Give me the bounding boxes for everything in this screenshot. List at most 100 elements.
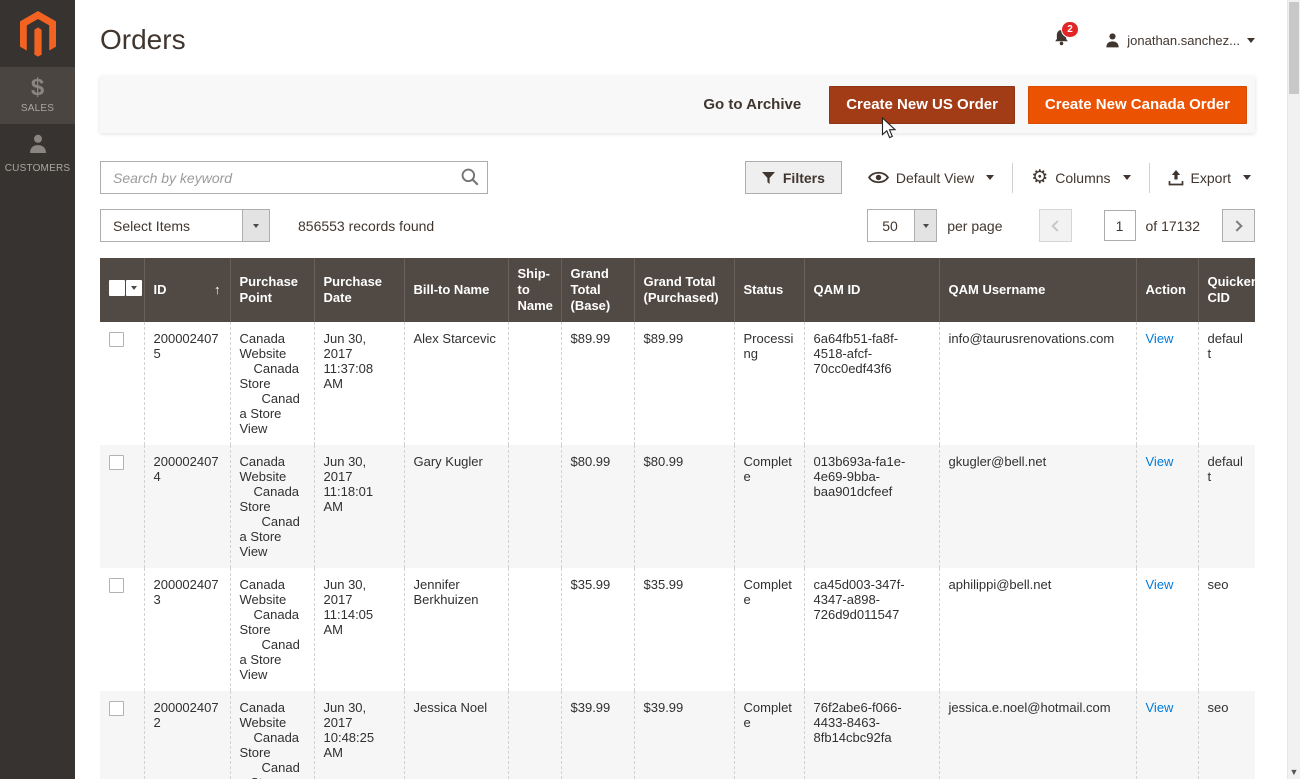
scrollbar-down-arrow[interactable]: ▼ (1288, 767, 1300, 777)
select-all-checkbox[interactable] (109, 280, 125, 296)
select-all-dropdown[interactable] (126, 280, 142, 296)
magento-logo[interactable] (0, 0, 75, 67)
gear-icon: ⚙ (1031, 168, 1048, 187)
notifications-button[interactable]: 2 (1053, 29, 1070, 52)
column-header-grand_total_purchased[interactable]: Grand Total (Purchased) (634, 258, 734, 322)
cell-qam_username: aphilippi@bell.net (939, 568, 1136, 691)
row-checkbox[interactable] (109, 701, 124, 716)
columns-dropdown[interactable]: ⚙ Columns (1027, 168, 1134, 187)
cell-bill_to: Jennifer Berkhuizen (404, 568, 508, 691)
column-header-qam_id[interactable]: QAM ID (804, 258, 939, 322)
chevron-down-icon (914, 210, 936, 241)
page-title: Orders (100, 24, 186, 56)
store-hierarchy-line: Canada Store View (240, 514, 305, 559)
sales-icon: $ (0, 76, 75, 100)
scrollbar-thumb[interactable] (1289, 2, 1299, 94)
column-label: Bill-to Name (414, 282, 490, 297)
cell-grand_total_purchased: $89.99 (634, 322, 734, 445)
cell-grand_total_base: $39.99 (561, 691, 634, 779)
notification-badge: 2 (1061, 21, 1079, 38)
store-hierarchy-line: Canada Website (240, 700, 305, 730)
cell-status: Complete (734, 691, 804, 779)
store-hierarchy-line: Canada Website (240, 331, 305, 361)
chevron-down-icon (986, 175, 994, 180)
store-hierarchy-line: Canada Store (240, 484, 305, 514)
cell-bill_to: Alex Starcevic (404, 322, 508, 445)
cell-action: View (1136, 568, 1198, 691)
column-label: Purchase Point (240, 274, 299, 305)
cell-purchase_point: Canada WebsiteCanada StoreCanada Store V… (230, 568, 314, 691)
cell-id: 2000024073 (144, 568, 230, 691)
view-link[interactable]: View (1146, 454, 1174, 469)
cell-action: View (1136, 445, 1198, 568)
cell-quicken_cid: default (1198, 322, 1255, 445)
column-header-qam_username[interactable]: QAM Username (939, 258, 1136, 322)
cell-id: 2000024074 (144, 445, 230, 568)
view-link[interactable]: View (1146, 577, 1174, 592)
magento-logo-icon (18, 11, 58, 57)
cell-status: Processing (734, 322, 804, 445)
column-label: Grand Total (Base) (571, 266, 611, 313)
column-header-status[interactable]: Status (734, 258, 804, 322)
filters-button[interactable]: Filters (745, 161, 842, 194)
sort-asc-icon: ↑ (214, 282, 221, 298)
cell-action: View (1136, 691, 1198, 779)
export-dropdown[interactable]: Export (1164, 170, 1255, 186)
user-menu[interactable]: jonathan.sanchez... (1104, 32, 1255, 49)
create-canada-order-button[interactable]: Create New Canada Order (1028, 86, 1247, 124)
previous-page-button[interactable] (1039, 209, 1072, 242)
row-checkbox[interactable] (109, 332, 124, 347)
column-header-bill_to[interactable]: Bill-to Name (404, 258, 508, 322)
records-found-text: 856553 records found (298, 218, 434, 234)
chevron-down-icon (242, 210, 269, 241)
cell-select (100, 568, 144, 691)
row-checkbox[interactable] (109, 578, 124, 593)
column-header-action[interactable]: Action (1136, 258, 1198, 322)
orders-table: ID↑ Purchase Point Purchase Date Bill-to Na… (100, 258, 1255, 779)
go-to-archive-button[interactable]: Go to Archive (703, 96, 801, 113)
search-input[interactable] (100, 161, 488, 194)
cell-qam_username: info@taurusrenovations.com (939, 322, 1136, 445)
page-header: Orders 2 jonathan.sanc (100, 0, 1255, 58)
per-page-dropdown[interactable]: 50 (867, 209, 937, 242)
cell-ship_to (508, 322, 561, 445)
row-checkbox[interactable] (109, 455, 124, 470)
eye-icon (868, 170, 889, 185)
store-hierarchy-line: Canada Store View (240, 637, 305, 682)
create-us-order-button[interactable]: Create New US Order (829, 86, 1015, 124)
column-header-id[interactable]: ID↑ (144, 258, 230, 322)
column-label: QAM Username (949, 282, 1046, 297)
column-label: Grand Total (Purchased) (644, 274, 719, 305)
total-pages-text: of 17132 (1146, 218, 1201, 234)
column-header-ship_to[interactable]: Ship-to Name (508, 258, 561, 322)
cell-id: 2000024075 (144, 322, 230, 445)
next-page-button[interactable] (1222, 209, 1255, 242)
select-items-dropdown[interactable]: Select Items (100, 209, 270, 242)
toolbar-divider (1012, 163, 1013, 193)
column-header-purchase_point[interactable]: Purchase Point (230, 258, 314, 322)
column-header-grand_total_base[interactable]: Grand Total (Base) (561, 258, 634, 322)
vertical-scrollbar[interactable]: ▼ (1287, 0, 1300, 779)
toolbar-divider (1149, 163, 1150, 193)
cell-purchase_point: Canada WebsiteCanada StoreCanada Store V… (230, 691, 314, 779)
per-page-label: per page (947, 218, 1002, 234)
column-header-purchase_date[interactable]: Purchase Date (314, 258, 404, 322)
sidebar-item-customers[interactable]: CUSTOMERS (0, 124, 75, 184)
cell-ship_to (508, 445, 561, 568)
cell-id: 2000024072 (144, 691, 230, 779)
cell-quicken_cid: default (1198, 445, 1255, 568)
cell-bill_to: Gary Kugler (404, 445, 508, 568)
cell-ship_to (508, 568, 561, 691)
cell-quicken_cid: seo (1198, 568, 1255, 691)
page-number-input[interactable] (1104, 210, 1136, 241)
view-link[interactable]: View (1146, 331, 1174, 346)
column-header-quicken_cid[interactable]: Quicken CID (1198, 258, 1255, 322)
view-dropdown[interactable]: Default View (864, 170, 998, 186)
view-link[interactable]: View (1146, 700, 1174, 715)
cell-qam_id: ca45d003-347f-4347-a898-726d9d011547 (804, 568, 939, 691)
search-button[interactable] (460, 167, 480, 190)
cell-purchase_date: Jun 30, 2017 11:14:05 AM (314, 568, 404, 691)
search-icon (460, 167, 480, 187)
sidebar-item-sales[interactable]: $ SALES (0, 67, 75, 124)
cell-grand_total_purchased: $35.99 (634, 568, 734, 691)
